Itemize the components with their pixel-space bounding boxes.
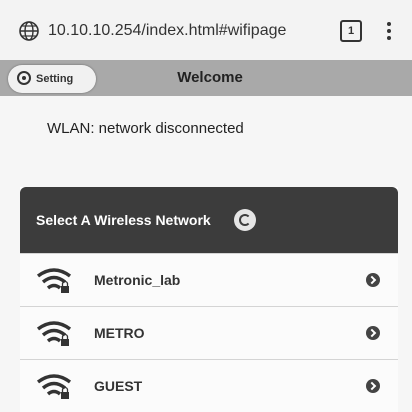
setting-label: Setting: [36, 73, 74, 85]
chevron-right-icon[interactable]: [366, 273, 380, 287]
browser-address-bar[interactable]: 10.10.10.254/index.html#wifipage 1: [0, 0, 412, 61]
more-vert-icon[interactable]: [384, 20, 394, 44]
wifi-locked-icon: [36, 321, 72, 346]
network-list-panel: Select A Wireless Network Metronic_lab M…: [20, 187, 398, 412]
refresh-icon[interactable]: [234, 209, 256, 231]
setting-button[interactable]: Setting: [8, 65, 96, 93]
page-title: Welcome: [177, 69, 243, 86]
url-text[interactable]: 10.10.10.254/index.html#wifipage: [48, 20, 286, 42]
network-ssid: Metronic_lab: [94, 272, 181, 288]
chevron-right-icon[interactable]: [366, 379, 380, 393]
globe-icon: [19, 21, 39, 41]
network-item-guest[interactable]: GUEST: [20, 359, 398, 412]
network-item-metro[interactable]: METRO: [20, 306, 398, 359]
network-ssid: METRO: [94, 325, 145, 341]
tabs-icon[interactable]: 1: [340, 20, 362, 42]
power-icon: [17, 71, 31, 85]
network-list-header: Select A Wireless Network: [20, 187, 398, 253]
network-ssid: GUEST: [94, 378, 143, 394]
wifi-locked-icon: [36, 268, 72, 293]
wifi-locked-icon: [36, 374, 72, 399]
chevron-right-icon[interactable]: [366, 326, 380, 340]
network-item-metronic-lab[interactable]: Metronic_lab: [20, 253, 398, 306]
wlan-status: WLAN: network disconnected: [47, 120, 244, 137]
network-list-title: Select A Wireless Network: [36, 212, 211, 228]
